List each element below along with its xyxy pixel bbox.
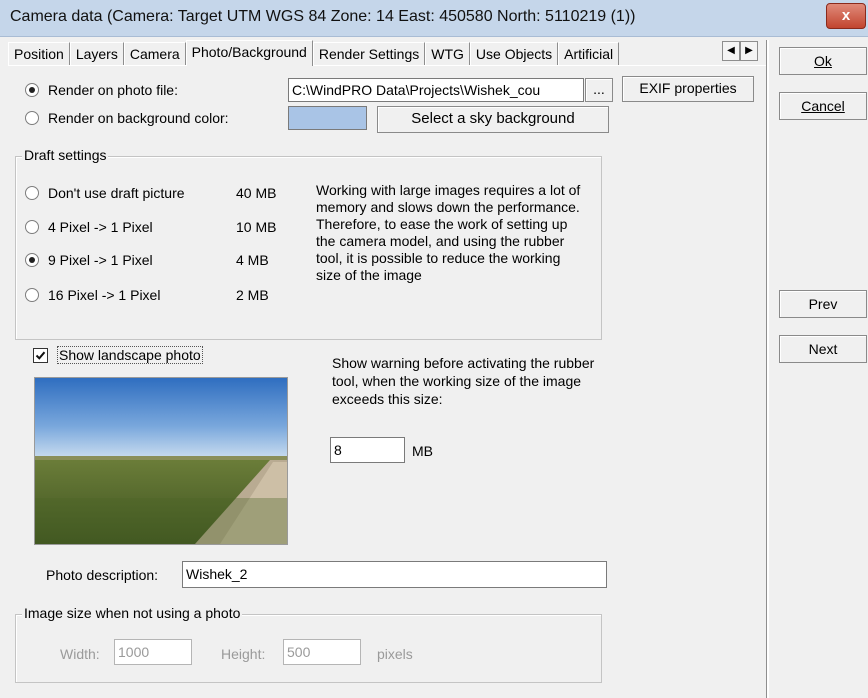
- window-title: Camera data (Camera: Target UTM WGS 84 Z…: [10, 8, 636, 25]
- draft-4px-label: 4 Pixel -> 1 Pixel: [48, 219, 153, 235]
- show-landscape-label: Show landscape photo: [57, 346, 203, 364]
- next-button[interactable]: Next: [779, 335, 867, 363]
- landscape-photo-preview: [34, 377, 288, 545]
- draft-option-9px[interactable]: 9 Pixel -> 1 Pixel: [25, 252, 153, 268]
- draft-9px-radio[interactable]: [25, 253, 39, 267]
- rubber-tool-warning-text: Show warning before activating the rubbe…: [332, 355, 595, 407]
- draft-4px-radio[interactable]: [25, 220, 39, 234]
- render-photo-radio[interactable]: [25, 83, 39, 97]
- draft-16px-radio[interactable]: [25, 288, 39, 302]
- render-photo-label: Render on photo file:: [48, 82, 178, 98]
- draft-16px-size: 2 MB: [236, 287, 269, 303]
- draft-16px-label: 16 Pixel -> 1 Pixel: [48, 287, 161, 303]
- exif-properties-button[interactable]: EXIF properties: [622, 76, 754, 102]
- tab-position[interactable]: Position: [8, 42, 70, 65]
- tab-use-objects[interactable]: Use Objects: [469, 42, 559, 65]
- photo-description-label: Photo description:: [46, 567, 159, 583]
- show-landscape-option[interactable]: Show landscape photo: [33, 346, 203, 364]
- tab-photo-background[interactable]: Photo/Background: [185, 40, 313, 66]
- select-sky-background-button[interactable]: Select a sky background: [377, 106, 609, 133]
- draft-option-none[interactable]: Don't use draft picture: [25, 185, 185, 201]
- image-size-legend: Image size when not using a photo: [22, 605, 243, 621]
- close-button[interactable]: x: [826, 3, 866, 29]
- draft-none-size: 40 MB: [236, 185, 277, 201]
- vertical-divider: [766, 40, 769, 698]
- tab-scroll-right-icon[interactable]: ▶: [740, 41, 758, 61]
- height-input[interactable]: 500: [283, 639, 361, 665]
- show-landscape-checkbox[interactable]: [33, 347, 48, 363]
- tab-strip: Position Layers Camera Photo/Background Rend…: [8, 40, 620, 66]
- draft-option-16px[interactable]: 16 Pixel -> 1 Pixel: [25, 287, 160, 303]
- cancel-button[interactable]: Cancel: [779, 92, 867, 120]
- tab-artificial[interactable]: Artificial: [558, 42, 620, 65]
- width-input[interactable]: 1000: [114, 639, 192, 665]
- warning-size-unit: MB: [412, 443, 433, 459]
- draft-4px-size: 10 MB: [236, 219, 277, 235]
- landscape-photo-image: [35, 378, 287, 544]
- tab-render-settings[interactable]: Render Settings: [312, 42, 426, 65]
- photo-file-path-field[interactable]: C:\WindPRO Data\Projects\Wishek_cou: [288, 78, 584, 102]
- render-bg-radio[interactable]: [25, 111, 39, 125]
- draft-9px-size: 4 MB: [236, 252, 269, 268]
- tab-camera[interactable]: Camera: [123, 42, 186, 65]
- pixels-unit-label: pixels: [377, 646, 413, 662]
- tab-scroll-left-icon[interactable]: ◀: [722, 41, 740, 61]
- browse-file-button[interactable]: ...: [585, 78, 613, 102]
- draft-none-label: Don't use draft picture: [48, 185, 185, 201]
- render-bg-label: Render on background color:: [48, 110, 229, 126]
- check-icon: [35, 351, 46, 360]
- tab-scroll: ◀ ▶: [722, 40, 758, 61]
- draft-9px-label: 9 Pixel -> 1 Pixel: [48, 252, 153, 268]
- warning-size-input[interactable]: 8: [330, 437, 405, 463]
- tab-layers[interactable]: Layers: [69, 42, 124, 65]
- ok-button-label: Ok: [814, 53, 832, 69]
- title-bar: Camera data (Camera: Target UTM WGS 84 Z…: [0, 0, 868, 37]
- draft-settings-legend: Draft settings: [22, 147, 109, 163]
- tab-wtg[interactable]: WTG: [425, 42, 470, 65]
- photo-description-input[interactable]: Wishek_2: [182, 561, 607, 588]
- render-bg-option[interactable]: Render on background color:: [25, 110, 229, 126]
- cancel-button-label: Cancel: [801, 98, 845, 114]
- background-color-swatch[interactable]: [288, 106, 367, 130]
- height-label: Height:: [221, 646, 266, 662]
- width-label: Width:: [60, 646, 100, 662]
- prev-button[interactable]: Prev: [779, 290, 867, 318]
- draft-info-text: Working with large images requires a lot…: [316, 182, 581, 283]
- draft-option-4px[interactable]: 4 Pixel -> 1 Pixel: [25, 219, 153, 235]
- ok-button[interactable]: Ok: [779, 47, 867, 75]
- draft-none-radio[interactable]: [25, 186, 39, 200]
- render-photo-option[interactable]: Render on photo file:: [25, 82, 178, 98]
